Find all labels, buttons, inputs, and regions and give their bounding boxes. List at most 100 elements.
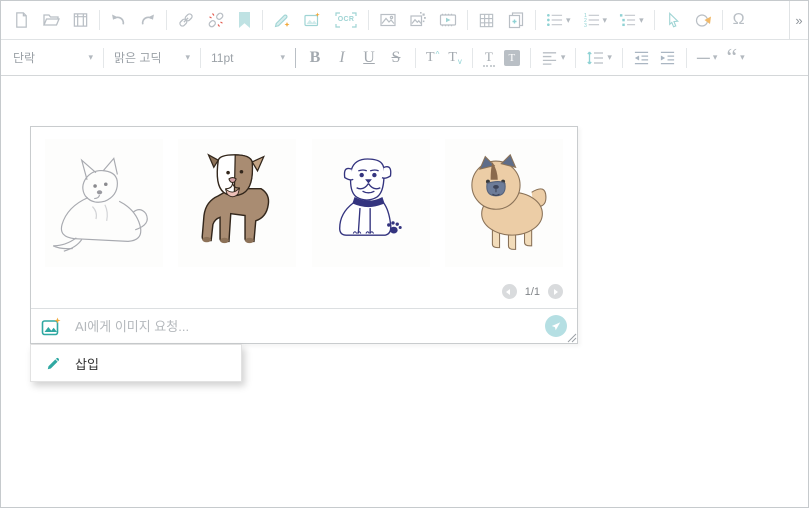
image-icon (379, 11, 397, 29)
chevron-down-icon: ▾ (603, 16, 608, 25)
insert-image-button[interactable] (379, 11, 397, 29)
open-file-button[interactable] (42, 11, 60, 29)
line-height-icon (586, 50, 604, 66)
ai-image-icon (303, 11, 322, 29)
generated-image-bulldog-lineart[interactable] (312, 139, 430, 267)
redo-button[interactable] (139, 12, 156, 29)
prev-page-button[interactable] (502, 284, 517, 299)
align-button[interactable]: ▾ (541, 50, 566, 66)
superscript-button[interactable]: T ^ (426, 50, 439, 66)
toolbar-primary: OCR (1, 1, 808, 40)
insert-page-button[interactable] (507, 11, 525, 29)
page-template-button[interactable] (72, 11, 89, 29)
strikethrough-button[interactable]: S (387, 49, 405, 67)
toolbar-format: 단락 ▾ 맑은 고딕 ▾ 11pt ▾ B I U S (1, 40, 808, 76)
ai-pencil-icon (273, 11, 291, 29)
font-size-value: 11pt (211, 51, 233, 65)
insert-shape-button[interactable] (694, 11, 712, 29)
subscript-button[interactable]: T v (448, 50, 462, 66)
next-page-button[interactable] (548, 284, 563, 299)
paragraph-style-select[interactable]: 단락 ▾ (13, 49, 93, 66)
ai-image-prompt-icon (41, 317, 63, 336)
edit-image-button[interactable] (409, 11, 427, 29)
send-prompt-button[interactable] (545, 315, 567, 337)
menu-item-insert[interactable]: 삽입 (31, 345, 241, 381)
new-document-button[interactable] (13, 11, 30, 29)
outdent-icon (633, 50, 650, 66)
chevron-down-icon: ▾ (713, 53, 718, 62)
numbered-list-icon: 123 (583, 12, 600, 28)
omega-icon: Ω (733, 12, 745, 28)
select-cursor-button[interactable] (665, 11, 682, 29)
unlink-icon (207, 11, 225, 29)
bold-button[interactable]: B (306, 49, 324, 67)
bullet-list-icon (546, 12, 563, 28)
photo-edit-icon (409, 11, 427, 29)
quote-icon: “ (726, 51, 737, 65)
ai-write-button[interactable] (273, 11, 291, 29)
chow-chow-image (446, 147, 562, 259)
indent-button[interactable] (659, 50, 676, 66)
ocr-icon: OCR (334, 11, 358, 29)
generated-image-sketch-puppy[interactable] (45, 139, 163, 267)
new-document-icon (13, 11, 30, 29)
ai-image-panel: 1/1 (30, 126, 578, 344)
redo-icon (139, 12, 156, 29)
font-family-select[interactable]: 맑은 고딕 ▾ (114, 49, 190, 66)
special-character-button[interactable]: Ω (733, 12, 745, 28)
link-icon (177, 11, 195, 29)
outline-list-icon (619, 12, 636, 28)
chevron-down-icon: ▾ (740, 53, 745, 62)
sketch-puppy-image (46, 147, 162, 259)
align-icon (541, 50, 558, 66)
resize-handle[interactable] (566, 332, 577, 343)
font-color-button[interactable]: T (483, 49, 495, 67)
ocr-label: OCR (334, 16, 358, 23)
ai-prompt-input[interactable] (73, 318, 535, 335)
cursor-icon (665, 11, 682, 29)
ai-prompt-row (31, 308, 577, 343)
expand-icon: » (795, 13, 802, 28)
add-page-icon (507, 11, 525, 29)
shape-icon (694, 11, 712, 29)
chevron-down-icon: ▾ (185, 53, 190, 62)
caret-down-icon: v (458, 57, 462, 66)
ai-image-button[interactable] (303, 11, 322, 29)
open-folder-icon (42, 11, 60, 29)
generated-images-row (31, 127, 577, 276)
undo-button[interactable] (110, 12, 127, 29)
send-icon (550, 320, 562, 332)
expand-toolbar-button[interactable]: » (789, 1, 808, 40)
outdent-button[interactable] (633, 50, 650, 66)
ocr-button[interactable]: OCR (334, 11, 358, 29)
font-size-select[interactable]: 11pt ▾ (211, 51, 285, 65)
image-context-menu: 삽입 (30, 344, 242, 382)
horizontal-line-icon: — (697, 50, 710, 65)
editor-canvas[interactable]: 1/1 삽입 (1, 76, 808, 506)
link-button[interactable] (177, 11, 195, 29)
blockquote-button[interactable]: “ ▾ (726, 51, 744, 65)
bookmark-button[interactable] (237, 11, 252, 29)
indent-icon (659, 50, 676, 66)
menu-item-label: 삽입 (75, 354, 99, 373)
image-pagination: 1/1 (31, 276, 577, 309)
pitbull-puppy-image (179, 147, 295, 259)
line-height-button[interactable]: ▾ (586, 50, 612, 66)
numbered-list-button[interactable]: 123 ▾ (583, 12, 608, 28)
unlink-button[interactable] (207, 11, 225, 29)
insert-video-button[interactable] (439, 11, 457, 29)
page-indicator: 1/1 (525, 286, 540, 298)
underline-button[interactable]: U (360, 49, 378, 67)
italic-button[interactable]: I (333, 49, 351, 67)
chevron-down-icon: ▾ (88, 53, 93, 62)
generated-image-chow-chow[interactable] (445, 139, 563, 267)
outline-list-button[interactable]: ▾ (619, 12, 644, 28)
chevron-down-icon: ▾ (561, 53, 566, 62)
bullet-list-button[interactable]: ▾ (546, 12, 571, 28)
highlight-color-button[interactable]: T (504, 50, 520, 66)
table-icon (478, 12, 495, 29)
generated-image-pitbull-puppy[interactable] (178, 139, 296, 267)
svg-text:3: 3 (583, 23, 586, 28)
insert-table-button[interactable] (478, 12, 495, 29)
horizontal-line-button[interactable]: — ▾ (697, 50, 718, 65)
